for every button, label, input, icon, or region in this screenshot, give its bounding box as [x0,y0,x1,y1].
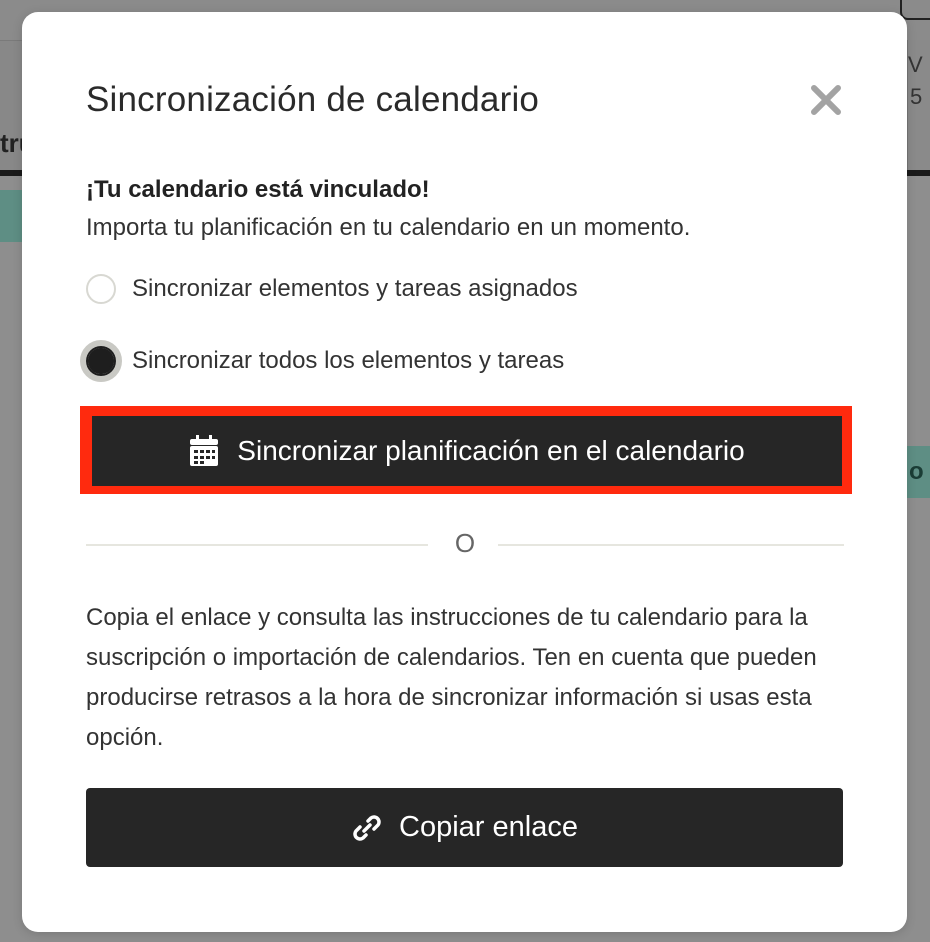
divider-line-right [498,544,844,546]
copy-link-button[interactable]: Copiar enlace [86,788,843,867]
radio-checked[interactable] [80,340,122,382]
sync-button-label: Sincronizar planificación en el calendar… [237,435,745,466]
sync-calendar-button[interactable]: Sincronizar planificación en el calendar… [92,416,842,486]
link-icon [351,812,383,844]
option-sync-assigned[interactable]: Sincronizar elementos y tareas asignados [80,266,578,312]
option-sync-all[interactable]: Sincronizar todos los elementos y tareas [80,338,564,384]
calendar-icon [189,435,219,467]
option-label: Sincronizar elementos y tareas asignados [132,275,578,302]
background-teal-text: o [909,458,924,485]
divider-line-left [86,544,428,546]
background-teal-block-left [0,190,22,242]
background-button [900,0,930,20]
option-label: Sincronizar todos los elementos y tareas [132,347,565,374]
divider-or: O [454,528,476,558]
background-right-text-1: V [908,52,923,77]
instructions-text: Copia el enlace y consulta las instrucci… [86,604,817,751]
linked-status-description: Importa tu planificación en tu calendari… [86,214,691,241]
copy-link-label: Copiar enlace [399,811,578,843]
close-icon [810,84,842,116]
radio-unchecked[interactable] [86,274,116,304]
close-button[interactable] [806,80,846,120]
calendar-sync-modal: Sincronización de calendario ¡Tu calenda… [22,12,907,932]
background-right-text-2: 5 [910,84,923,109]
linked-status-heading: ¡Tu calendario está vinculado! [86,176,430,203]
modal-title: Sincronización de calendario [86,80,540,119]
